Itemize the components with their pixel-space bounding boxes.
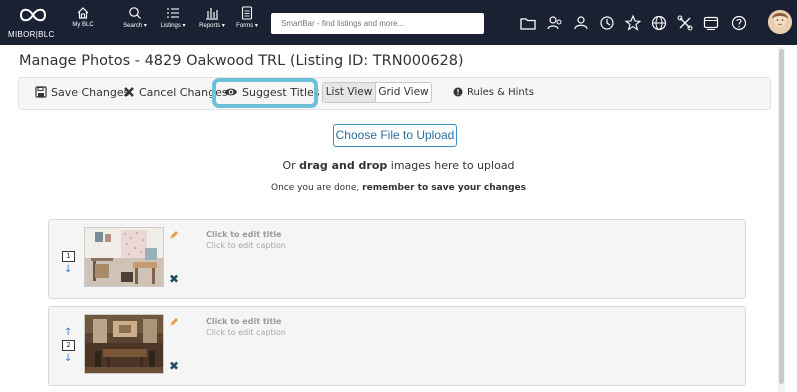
delete-photo-icon[interactable]: ✖ — [169, 359, 179, 373]
search-icon — [129, 7, 141, 19]
drag-suffix: images here to upload — [387, 159, 515, 172]
logo-text: MIBOR|BLC — [8, 30, 55, 39]
edit-pencil-icon[interactable] — [169, 230, 179, 240]
nav-reports[interactable]: Reports ▾ — [194, 6, 230, 29]
nav-label: Reports ▾ — [199, 23, 225, 29]
photo-title[interactable]: Click to edit title — [206, 230, 281, 239]
drag-bold: drag and drop — [299, 159, 388, 172]
nav-label: Listings ▾ — [160, 23, 186, 29]
home-icon — [77, 7, 89, 19]
save-reminder-prefix: Once you are done, — [271, 183, 363, 193]
bar-chart-icon — [206, 8, 218, 20]
infinity-logo-icon — [19, 8, 47, 22]
mibor-logo[interactable]: MIBOR|BLC — [8, 5, 60, 41]
nav-label: Forms ▾ — [236, 23, 258, 29]
list-view-button[interactable]: List View — [322, 82, 376, 103]
info-icon — [453, 87, 463, 97]
avatar[interactable] — [768, 10, 792, 34]
photo-caption[interactable]: Click to edit caption — [206, 328, 286, 337]
move-down-arrow-icon[interactable]: ↓ — [64, 353, 72, 364]
smartbar-search-input[interactable] — [271, 13, 484, 34]
photo-caption[interactable]: Click to edit caption — [206, 241, 286, 250]
rules-hints-button[interactable]: Rules & Hints — [453, 87, 534, 98]
history-icon[interactable] — [598, 14, 616, 32]
delete-photo-icon[interactable]: ✖ — [169, 272, 179, 286]
dining-room-photo — [85, 315, 163, 373]
nav-forms[interactable]: Forms ▾ — [232, 6, 262, 29]
cancel-icon — [124, 87, 134, 97]
photo-order-number[interactable]: 2 — [62, 340, 75, 351]
grid-view-button[interactable]: Grid View — [375, 82, 432, 103]
page-title: Manage Photos - 4829 Oakwood TRL (Listin… — [19, 53, 464, 69]
photo-row[interactable]: ↑ 2 ↓ ✖ Click to edit title Click to edi… — [48, 306, 746, 386]
scrollbar-thumb[interactable] — [779, 49, 784, 384]
tools-icon[interactable] — [676, 14, 694, 32]
list-icon — [167, 8, 179, 18]
nav-my-blc[interactable]: My BLC — [68, 6, 98, 28]
photo-title[interactable]: Click to edit title — [206, 317, 281, 326]
nav-label: Search ▾ — [123, 23, 147, 29]
office-room-photo — [85, 228, 163, 286]
nav-label: My BLC — [72, 22, 94, 28]
edit-pencil-icon[interactable] — [169, 317, 179, 327]
globe-icon[interactable] — [650, 14, 668, 32]
contacts-icon[interactable] — [546, 14, 564, 32]
document-icon — [241, 6, 253, 20]
photo-thumbnail[interactable] — [84, 314, 164, 374]
rules-hints-label: Rules & Hints — [467, 87, 534, 98]
top-navigation-bar: MIBOR|BLC My BLC Search ▾ Listings ▾ Rep… — [0, 0, 797, 45]
move-down-arrow-icon[interactable]: ↓ — [64, 264, 72, 275]
photo-order-number[interactable]: 1 — [62, 251, 75, 262]
save-reminder-bold: remember to save your changes — [362, 183, 526, 193]
choose-file-button[interactable]: Choose File to Upload — [333, 124, 457, 147]
suggest-titles-highlight — [212, 78, 318, 108]
photo-row[interactable]: 1 ↓ ✖ Click to edit title Click to edit … — [48, 219, 746, 299]
help-icon[interactable] — [730, 14, 748, 32]
save-changes-label: Save Changes — [51, 86, 130, 99]
folder-icon[interactable] — [519, 14, 537, 32]
drag-prefix: Or — [282, 159, 300, 172]
save-icon — [35, 86, 47, 98]
save-reminder: Once you are done, remember to save your… — [0, 183, 797, 193]
star-icon[interactable] — [624, 14, 642, 32]
save-changes-button[interactable]: Save Changes — [35, 86, 129, 99]
avatar-image — [768, 10, 792, 34]
nav-listings[interactable]: Listings ▾ — [155, 6, 191, 29]
nav-search[interactable]: Search ▾ — [118, 6, 152, 29]
user-icon[interactable] — [572, 14, 590, 32]
window-icon[interactable] — [702, 14, 720, 32]
move-up-arrow-icon[interactable]: ↑ — [64, 327, 72, 338]
drag-drop-instruction: Or drag and drop images here to upload — [0, 159, 797, 172]
photo-thumbnail[interactable] — [84, 227, 164, 287]
